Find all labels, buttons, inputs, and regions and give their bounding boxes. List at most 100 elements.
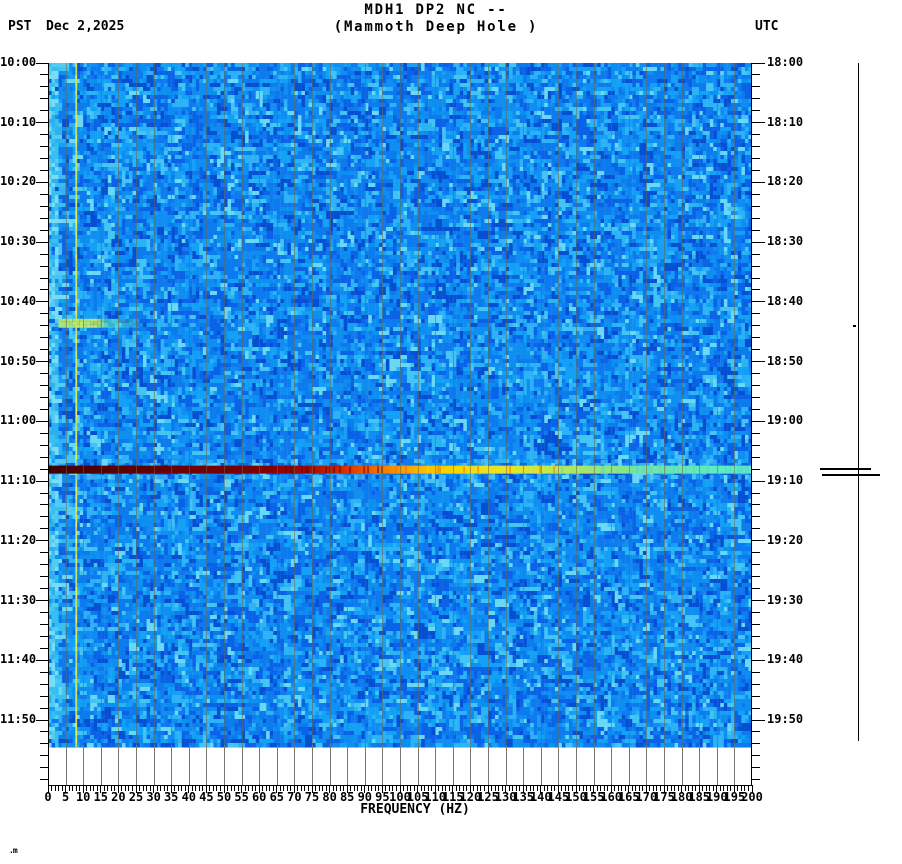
right-axis-major-tick (752, 480, 765, 482)
right-axis-major-tick (752, 62, 765, 64)
corner-mark: .m (9, 846, 18, 855)
left-axis-minor-tick (40, 695, 48, 697)
left-axis-minor-tick (40, 528, 48, 530)
left-axis-minor-tick (40, 779, 48, 781)
left-axis-minor-tick (40, 313, 48, 315)
right-axis-label: 18:50 (767, 353, 804, 368)
right-axis-label: 18:40 (767, 293, 804, 308)
left-axis-minor-tick (40, 552, 48, 554)
right-axis-minor-tick (752, 588, 760, 590)
right-axis-minor-tick (752, 504, 760, 506)
left-axis-minor-tick (40, 146, 48, 148)
right-axis-major-tick (752, 540, 765, 542)
left-axis-minor-tick (40, 134, 48, 136)
right-axis-minor-tick (752, 229, 760, 231)
right-axis-minor-tick (752, 552, 760, 554)
right-axis-minor-tick (752, 731, 760, 733)
left-axis-label: 11:00 (0, 413, 37, 428)
left-axis-minor-tick (40, 444, 48, 446)
left-axis-major-tick (36, 659, 48, 661)
right-axis-minor-tick (752, 611, 760, 613)
right-axis-minor-tick (752, 767, 760, 769)
right-axis-major-tick (752, 420, 765, 422)
left-axis-label: 11:20 (0, 532, 37, 547)
right-axis-minor-tick (752, 313, 760, 315)
x-axis-tick-label: 200 (741, 790, 763, 804)
right-axis-minor-tick (752, 74, 760, 76)
left-axis-minor-tick (40, 396, 48, 398)
left-axis-major-tick (36, 241, 48, 243)
left-axis-minor-tick (40, 74, 48, 76)
left-axis-major-tick (36, 719, 48, 721)
left-axis-major-tick (36, 420, 48, 422)
right-axis-minor-tick (752, 528, 760, 530)
left-axis-minor-tick (40, 647, 48, 649)
left-axis-minor-tick (40, 158, 48, 160)
right-axis-minor-tick (752, 277, 760, 279)
right-axis-label: 18:10 (767, 114, 804, 129)
left-axis-minor-tick (40, 707, 48, 709)
right-axis-minor-tick (752, 576, 760, 578)
left-axis-minor-tick (40, 671, 48, 673)
left-axis-minor-tick (40, 110, 48, 112)
right-axis-minor-tick (752, 707, 760, 709)
right-axis-major-tick (752, 241, 765, 243)
left-axis-minor-tick (40, 492, 48, 494)
right-axis-label: 19:40 (767, 652, 804, 667)
right-axis-major-tick (752, 361, 765, 363)
left-axis-minor-tick (40, 635, 48, 637)
right-axis-minor-tick (752, 635, 760, 637)
right-axis-minor-tick (752, 193, 760, 195)
left-axis-label: 11:50 (0, 712, 37, 726)
left-axis-minor-tick (40, 265, 48, 267)
right-axis-minor-tick (752, 468, 760, 470)
left-axis-minor-tick (40, 564, 48, 566)
left-axis-minor-tick (40, 86, 48, 88)
right-axis-label: 18:00 (767, 55, 804, 69)
right-axis-minor-tick (752, 492, 760, 494)
right-axis-major-tick (752, 719, 765, 721)
right-axis-minor-tick (752, 385, 760, 387)
left-axis-minor-tick (40, 385, 48, 387)
left-axis-minor-tick (40, 432, 48, 434)
left-axis-minor-tick (40, 588, 48, 590)
left-axis-label: 10:00 (0, 55, 37, 69)
right-axis-minor-tick (752, 564, 760, 566)
right-axis-minor-tick (752, 432, 760, 434)
left-axis-major-tick (36, 361, 48, 363)
right-axis-minor-tick (752, 647, 760, 649)
left-axis-minor-tick (40, 253, 48, 255)
left-axis-minor-tick (40, 611, 48, 613)
right-axis-minor-tick (752, 134, 760, 136)
left-axis-major-tick (36, 480, 48, 482)
right-axis-label: 19:20 (767, 532, 804, 547)
right-axis-minor-tick (752, 444, 760, 446)
left-axis-minor-tick (40, 731, 48, 733)
right-axis-major-tick (752, 301, 765, 303)
left-axis-label: 10:10 (0, 114, 37, 129)
left-axis-minor-tick (40, 205, 48, 207)
left-axis-label: 10:20 (0, 174, 37, 189)
left-axis-label: 11:30 (0, 592, 37, 607)
left-axis-minor-tick (40, 755, 48, 757)
right-axis-minor-tick (752, 755, 760, 757)
right-axis-minor-tick (752, 289, 760, 291)
right-axis-minor-tick (752, 408, 760, 410)
right-axis-minor-tick (752, 623, 760, 625)
left-axis-minor-tick (40, 373, 48, 375)
left-axis-minor-tick (40, 516, 48, 518)
waveform-trace-blip (853, 324, 856, 327)
right-axis-label: 18:20 (767, 174, 804, 189)
left-axis-major-tick (36, 122, 48, 124)
left-axis-minor-tick (40, 337, 48, 339)
right-axis-minor-tick (752, 743, 760, 745)
left-axis-minor-tick (40, 193, 48, 195)
left-axis-minor-tick (40, 683, 48, 685)
left-axis-major-tick (36, 181, 48, 183)
left-axis-minor-tick (40, 504, 48, 506)
right-axis-minor-tick (752, 86, 760, 88)
left-axis-minor-tick (40, 229, 48, 231)
left-axis-label: 10:50 (0, 353, 37, 368)
waveform-trace-spike (822, 474, 880, 477)
right-axis-minor-tick (752, 337, 760, 339)
